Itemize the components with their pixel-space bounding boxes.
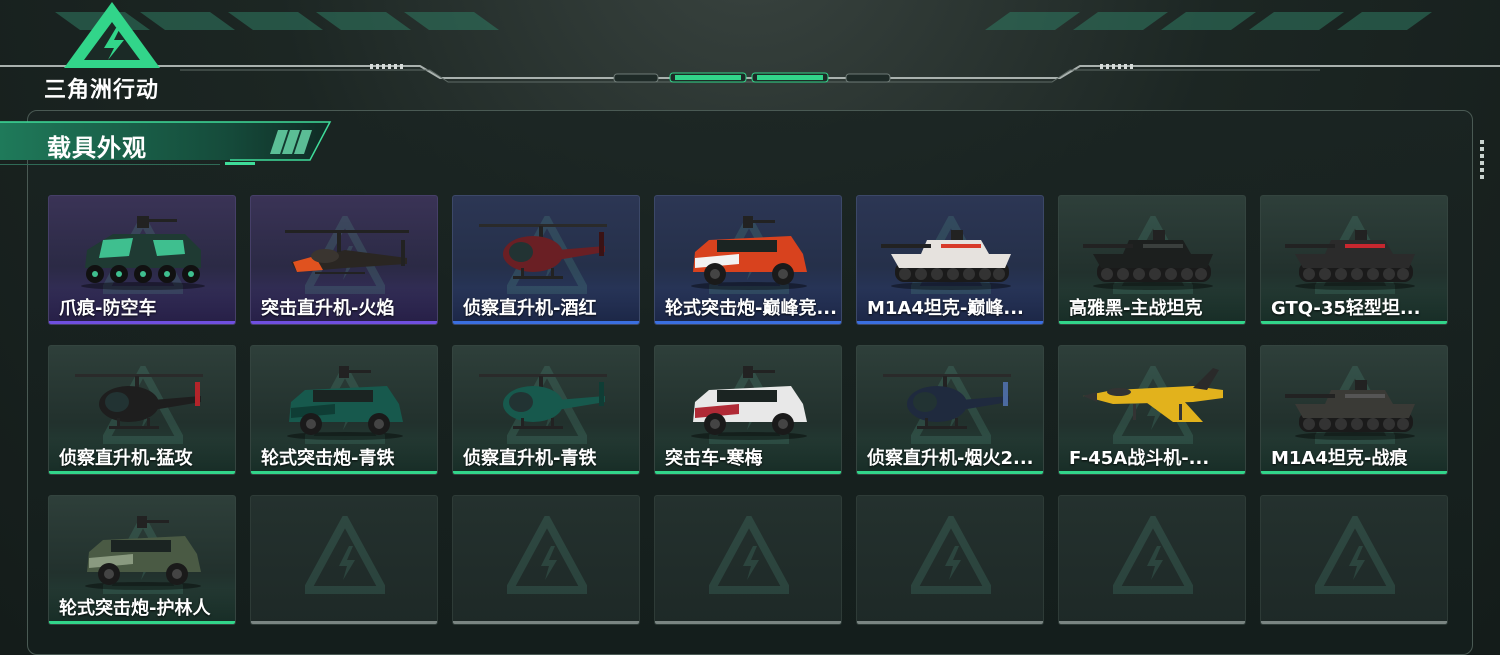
vehicle-skin-name: 侦察直升机-猛攻 bbox=[59, 448, 193, 469]
vehicle-skin-name: 侦察直升机-青铁 bbox=[463, 448, 597, 469]
rarity-bar bbox=[1261, 321, 1447, 324]
vehicle-skin-name: 高雅黑-主战坦克 bbox=[1069, 298, 1203, 319]
delta-logo-icon bbox=[64, 2, 160, 68]
tank-icon bbox=[881, 230, 1011, 290]
armored-car-icon bbox=[691, 366, 807, 440]
attack-heli-icon bbox=[285, 230, 409, 274]
vehicle-skin-name: GTQ-35轻型坦... bbox=[1271, 298, 1421, 319]
rarity-bar bbox=[453, 471, 639, 474]
vehicle-skin-card[interactable]: 侦察直升机-酒红 bbox=[452, 195, 640, 325]
empty-slot bbox=[1058, 495, 1246, 625]
rarity-bar bbox=[1261, 621, 1447, 624]
header-decoration bbox=[0, 12, 1500, 83]
delta-watermark-icon bbox=[1113, 516, 1193, 594]
vehicle-skin-card[interactable]: 侦察直升机-烟火2... bbox=[856, 345, 1044, 475]
empty-slot bbox=[250, 495, 438, 625]
vehicle-skin-grid: 爪痕-防空车 突击直升机-火焰 侦察直升机-酒红 轮式突击炮-巅峰竞... M1… bbox=[48, 195, 1448, 625]
rarity-bar bbox=[251, 621, 437, 624]
vehicle-skin-card[interactable]: 轮式突击炮-护林人 bbox=[48, 495, 236, 625]
vehicle-skin-card[interactable]: 高雅黑-主战坦克 bbox=[1058, 195, 1246, 325]
section-title: 载具外观 bbox=[47, 134, 147, 162]
rarity-bar bbox=[49, 621, 235, 624]
rarity-bar bbox=[655, 321, 841, 324]
rarity-bar bbox=[251, 321, 437, 324]
scout-heli-icon bbox=[479, 374, 607, 429]
tank-icon bbox=[1285, 230, 1415, 290]
rarity-bar bbox=[1059, 321, 1245, 324]
vehicle-skin-name: M1A4坦克-战痕 bbox=[1271, 448, 1408, 469]
empty-slot bbox=[1260, 495, 1448, 625]
top-bar: 三角洲行动 bbox=[0, 0, 1500, 103]
delta-watermark-icon bbox=[507, 516, 587, 594]
ifv-icon bbox=[81, 216, 205, 290]
vehicle-skin-card[interactable]: 侦察直升机-猛攻 bbox=[48, 345, 236, 475]
vehicle-skin-card[interactable]: M1A4坦克-巅峰... bbox=[856, 195, 1044, 325]
vehicle-skin-card[interactable]: 侦察直升机-青铁 bbox=[452, 345, 640, 475]
vehicle-skin-card[interactable]: F-45A战斗机-... bbox=[1058, 345, 1246, 475]
vehicle-skin-name: 侦察直升机-烟火2... bbox=[867, 448, 1034, 469]
game-logo: 三角洲行动 bbox=[44, 0, 184, 103]
delta-watermark-icon bbox=[1315, 516, 1395, 594]
armored-car-icon bbox=[691, 216, 807, 290]
rarity-bar bbox=[453, 621, 639, 624]
rarity-bar bbox=[857, 321, 1043, 324]
rarity-bar bbox=[49, 471, 235, 474]
vehicle-skin-card[interactable]: 轮式突击炮-巅峰竞... bbox=[654, 195, 842, 325]
vehicle-skin-name: 轮式突击炮-青铁 bbox=[261, 448, 395, 469]
rarity-bar bbox=[655, 471, 841, 474]
vehicle-skin-card[interactable]: M1A4坦克-战痕 bbox=[1260, 345, 1448, 475]
scrollbar[interactable] bbox=[1480, 140, 1486, 180]
scout-heli-icon bbox=[75, 374, 203, 429]
empty-slot bbox=[654, 495, 842, 625]
tank-icon bbox=[1285, 380, 1415, 440]
delta-watermark-icon bbox=[911, 516, 991, 594]
rarity-bar bbox=[857, 471, 1043, 474]
rarity-bar bbox=[49, 321, 235, 324]
tank-icon bbox=[1083, 230, 1213, 290]
rarity-bar bbox=[453, 321, 639, 324]
armored-car-icon bbox=[287, 366, 403, 440]
scout-heli-icon bbox=[883, 374, 1011, 429]
armored-car-icon bbox=[85, 516, 201, 590]
vehicle-skin-name: 轮式突击炮-巅峰竞... bbox=[665, 298, 837, 319]
vehicle-skin-name: F-45A战斗机-... bbox=[1069, 448, 1210, 469]
vehicle-skin-name: 突击直升机-火焰 bbox=[261, 298, 395, 319]
vehicle-skin-name: M1A4坦克-巅峰... bbox=[867, 298, 1024, 319]
vehicle-skin-name: 爪痕-防空车 bbox=[59, 298, 157, 319]
rarity-bar bbox=[1059, 471, 1245, 474]
vehicle-skin-card[interactable]: 爪痕-防空车 bbox=[48, 195, 236, 325]
vehicle-skin-card[interactable]: 轮式突击炮-青铁 bbox=[250, 345, 438, 475]
vehicle-skin-card[interactable]: GTQ-35轻型坦... bbox=[1260, 195, 1448, 325]
delta-watermark-icon bbox=[709, 516, 789, 594]
rarity-bar bbox=[1059, 621, 1245, 624]
jet-icon bbox=[1083, 368, 1223, 422]
rarity-bar bbox=[655, 621, 841, 624]
vehicle-skin-name: 侦察直升机-酒红 bbox=[463, 298, 597, 319]
rarity-bar bbox=[251, 471, 437, 474]
rarity-bar bbox=[1261, 471, 1447, 474]
scout-heli-icon bbox=[479, 224, 607, 279]
logo-text: 三角洲行动 bbox=[44, 78, 160, 103]
rarity-bar bbox=[857, 621, 1043, 624]
vehicle-skin-card[interactable]: 突击车-寒梅 bbox=[654, 345, 842, 475]
vehicle-skin-card[interactable]: 突击直升机-火焰 bbox=[250, 195, 438, 325]
vehicle-skin-name: 轮式突击炮-护林人 bbox=[59, 598, 211, 619]
vehicle-skin-name: 突击车-寒梅 bbox=[665, 448, 763, 469]
empty-slot bbox=[856, 495, 1044, 625]
delta-watermark-icon bbox=[305, 516, 385, 594]
empty-slot bbox=[452, 495, 640, 625]
